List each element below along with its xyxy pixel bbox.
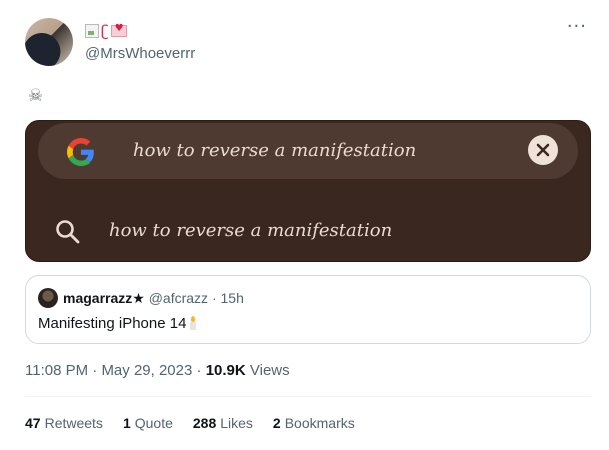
retweets-label: Retweets — [44, 415, 103, 431]
google-logo-icon — [67, 138, 94, 166]
suggestion-text: how to reverse a manifestation — [109, 220, 393, 241]
quoted-tweet-header: magarrazz★ @afcrazz · 15h — [63, 290, 244, 307]
views-label: Views — [249, 362, 290, 379]
likes-count: 288 — [192, 415, 217, 431]
quotes-count: 1 — [122, 415, 131, 431]
tweet-date[interactable]: May 29, 2023 — [101, 362, 192, 379]
quoted-user-avatar — [38, 288, 58, 308]
search-bar: how to reverse a manifestation — [38, 123, 578, 179]
more-options-icon[interactable]: ··· — [567, 18, 587, 36]
bookmarks-label: Bookmarks — [284, 415, 355, 431]
engagement-stats: 47 Retweets 1 Quote 288 Likes 2 Bookmarks — [25, 415, 355, 431]
quoted-tweet[interactable]: magarrazz★ @afcrazz · 15h Manifesting iP… — [25, 275, 591, 344]
likes-label: Likes — [220, 415, 253, 431]
divider — [25, 396, 591, 397]
quoted-tweet-text: Manifesting iPhone 14 — [38, 315, 197, 332]
snake-emoji-icon: ʗ — [101, 22, 109, 40]
bookmarks-count: 2 — [272, 415, 281, 431]
quoted-user-name: magarrazz★ — [63, 290, 145, 306]
likes-stat[interactable]: 288 Likes — [193, 415, 253, 431]
tweet-media-image[interactable]: how to reverse a manifestation how to re… — [25, 120, 591, 262]
quoted-separator: · — [211, 290, 217, 306]
love-letter-icon — [110, 23, 127, 37]
user-handle[interactable]: @MrsWhoeverrr — [85, 45, 195, 62]
time-separator: · — [92, 362, 98, 379]
tweet-time[interactable]: 11:08 PM — [25, 362, 88, 379]
retweets-stat[interactable]: 47 Retweets — [25, 415, 103, 431]
quoted-user-handle: @afcrazz — [148, 290, 209, 306]
close-icon — [536, 143, 550, 157]
tweet-avatar[interactable] — [25, 18, 73, 66]
candle-emoji-icon — [189, 316, 197, 330]
search-suggestion: how to reverse a manifestation — [26, 203, 590, 259]
bookmarks-stat[interactable]: 2 Bookmarks — [273, 415, 355, 431]
quotes-label: Quote — [134, 415, 173, 431]
search-icon — [56, 220, 80, 244]
tweet-timestamp: 11:08 PM · May 29, 2023 · 10.9K Views — [25, 362, 290, 379]
skull-emoji-icon: ☠ — [27, 86, 44, 106]
quoted-text: Manifesting iPhone 14 — [38, 315, 187, 332]
retweets-count: 47 — [25, 415, 41, 431]
broken-image-icon — [85, 24, 99, 38]
display-name[interactable]: ʗ — [85, 22, 127, 40]
quoted-time: 15h — [220, 290, 244, 306]
views-count: 10.9K — [205, 362, 246, 379]
quotes-stat[interactable]: 1 Quote — [123, 415, 173, 431]
clear-search-button — [528, 135, 558, 165]
views-separator: · — [196, 362, 202, 379]
search-query-text: how to reverse a manifestation — [133, 140, 417, 161]
